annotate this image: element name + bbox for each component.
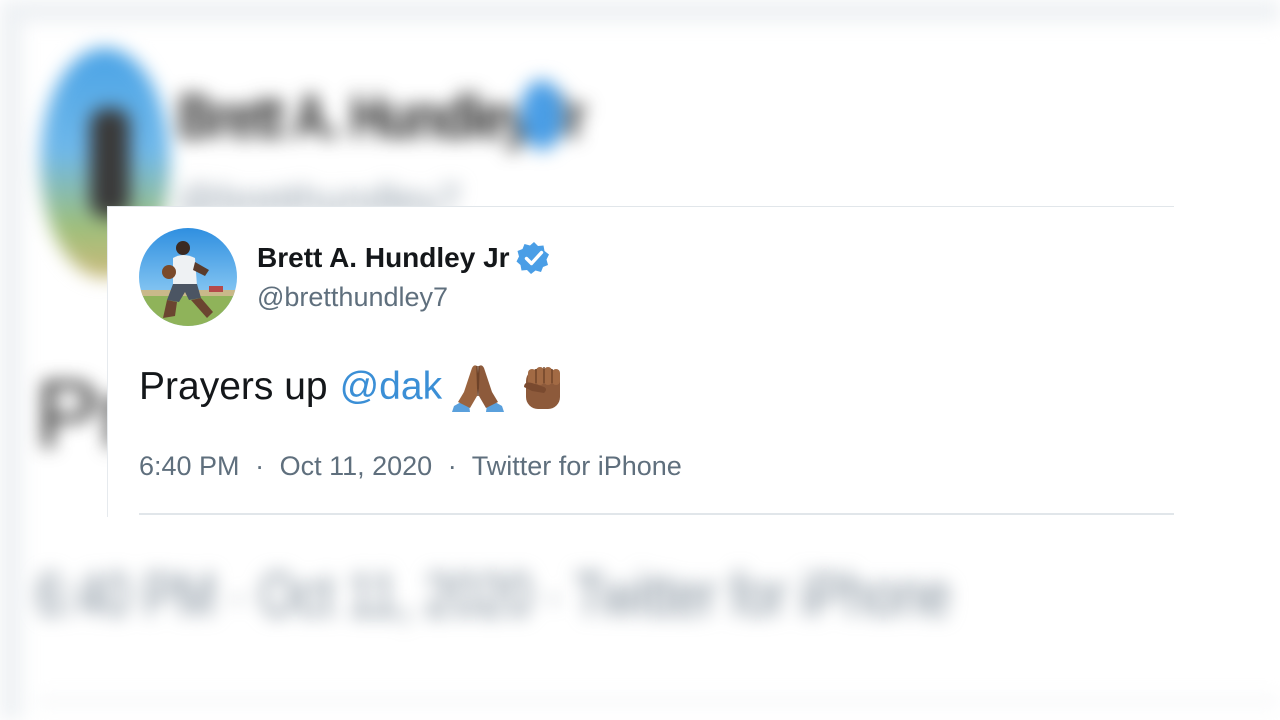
verified-badge-icon [516, 242, 549, 274]
mention-link[interactable]: @dak [340, 359, 442, 415]
raised-fist-icon [514, 361, 570, 413]
background-verified-icon [520, 80, 564, 150]
meta-separator: · [447, 451, 457, 481]
background-tweet-meta: 6:40 PM · Oct 11, 2020 · Twitter for iPh… [36, 561, 951, 630]
tweet-time[interactable]: 6:40 PM [139, 451, 240, 481]
meta-separator: · [255, 451, 265, 481]
tweet-meta: 6:40 PM · Oct 11, 2020 · Twitter for iPh… [139, 447, 682, 485]
tweet-text: Prayers up @dak [139, 359, 570, 415]
background-divider [36, 700, 1280, 703]
handle[interactable]: @bretthundley7 [257, 281, 448, 313]
tweet-text-body: Prayers up [139, 365, 328, 408]
tweet-source[interactable]: Twitter for iPhone [472, 451, 682, 481]
name-row: Brett A. Hundley Jr [257, 240, 552, 276]
display-name[interactable]: Brett A. Hundley Jr [257, 241, 510, 275]
background-left-bar [0, 0, 22, 720]
avatar[interactable] [139, 228, 237, 326]
tweet-card: Brett A. Hundley Jr @bretthundley7 Praye… [107, 206, 1174, 517]
avatar-photo-icon [139, 228, 237, 326]
folded-hands-icon [450, 362, 506, 412]
card-divider [139, 513, 1174, 515]
background-top-bar [0, 0, 1280, 22]
tweet-date[interactable]: Oct 11, 2020 [280, 451, 433, 481]
